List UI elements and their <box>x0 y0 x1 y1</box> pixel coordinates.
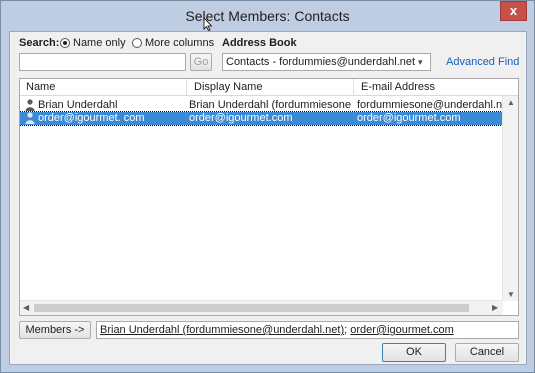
column-divider[interactable] <box>186 79 187 95</box>
ok-button[interactable]: OK <box>382 343 446 362</box>
search-input[interactable] <box>19 53 186 71</box>
address-book-selected: Contacts - fordummies@underdahl.net <box>226 56 416 68</box>
horizontal-scrollbar[interactable]: ◀ ▶ <box>20 300 503 315</box>
name-only-radio[interactable] <box>60 38 70 48</box>
scroll-right-icon[interactable]: ▶ <box>492 303 498 312</box>
dialog-body: Search: Name only More columns Address B… <box>9 31 527 365</box>
dialog-window: Select Members: Contacts x Search: Name … <box>0 0 535 373</box>
row-display-name: order@igourmet.com <box>189 112 293 124</box>
cancel-button[interactable]: Cancel <box>455 343 519 362</box>
member-entry[interactable]: Brian Underdahl (fordummiesone@underdahl… <box>100 324 344 336</box>
contacts-list[interactable]: Name Display Name E-mail Address Brian U… <box>19 78 519 316</box>
contact-person-icon <box>25 112 37 127</box>
window-title: Select Members: Contacts <box>185 8 350 24</box>
more-columns-label[interactable]: More columns <box>145 37 214 49</box>
column-divider[interactable] <box>353 79 354 95</box>
column-header-display-name[interactable]: Display Name <box>194 81 262 93</box>
row-name: order@igourmet. com <box>38 112 145 124</box>
close-icon: x <box>509 3 518 18</box>
row-name: Brian Underdahl <box>38 99 118 111</box>
address-book-label: Address Book <box>222 37 297 49</box>
title-bar[interactable]: Select Members: Contacts x <box>1 1 534 31</box>
scroll-thumb[interactable] <box>34 304 469 312</box>
table-row[interactable]: Brian Underdahl Brian Underdahl (fordumm… <box>20 99 502 112</box>
mouse-cursor-icon <box>203 16 213 32</box>
chevron-down-icon: ▾ <box>418 57 423 67</box>
scroll-left-icon[interactable]: ◀ <box>23 303 29 312</box>
name-only-label[interactable]: Name only <box>73 37 126 49</box>
member-entry[interactable]: order@igourmet.com <box>350 324 453 336</box>
address-book-dropdown[interactable]: Contacts - fordummies@underdahl.net ▾ <box>222 53 431 71</box>
row-email: order@igourmet.com <box>357 112 461 124</box>
close-button[interactable]: x <box>500 1 527 21</box>
more-columns-radio[interactable] <box>132 38 142 48</box>
column-header-name[interactable]: Name <box>26 81 55 93</box>
table-row[interactable]: order@igourmet. com order@igourmet.com o… <box>20 111 503 127</box>
row-display-name: Brian Underdahl (fordummiesone <box>189 99 352 111</box>
row-email: fordummiesone@underdahl.net <box>357 99 502 111</box>
members-field[interactable]: Brian Underdahl (fordummiesone@underdahl… <box>96 321 519 339</box>
scroll-up-icon[interactable]: ▲ <box>507 98 515 107</box>
go-button[interactable]: Go <box>190 53 212 71</box>
members-button[interactable]: Members -> <box>19 321 91 339</box>
search-label: Search: <box>19 37 60 49</box>
advanced-find-link[interactable]: Advanced Find <box>446 56 519 68</box>
column-header-row: Name Display Name E-mail Address <box>20 79 518 96</box>
scroll-down-icon[interactable]: ▼ <box>507 290 515 299</box>
column-header-email[interactable]: E-mail Address <box>361 81 435 93</box>
vertical-scrollbar[interactable]: ▲ ▼ <box>502 96 518 301</box>
